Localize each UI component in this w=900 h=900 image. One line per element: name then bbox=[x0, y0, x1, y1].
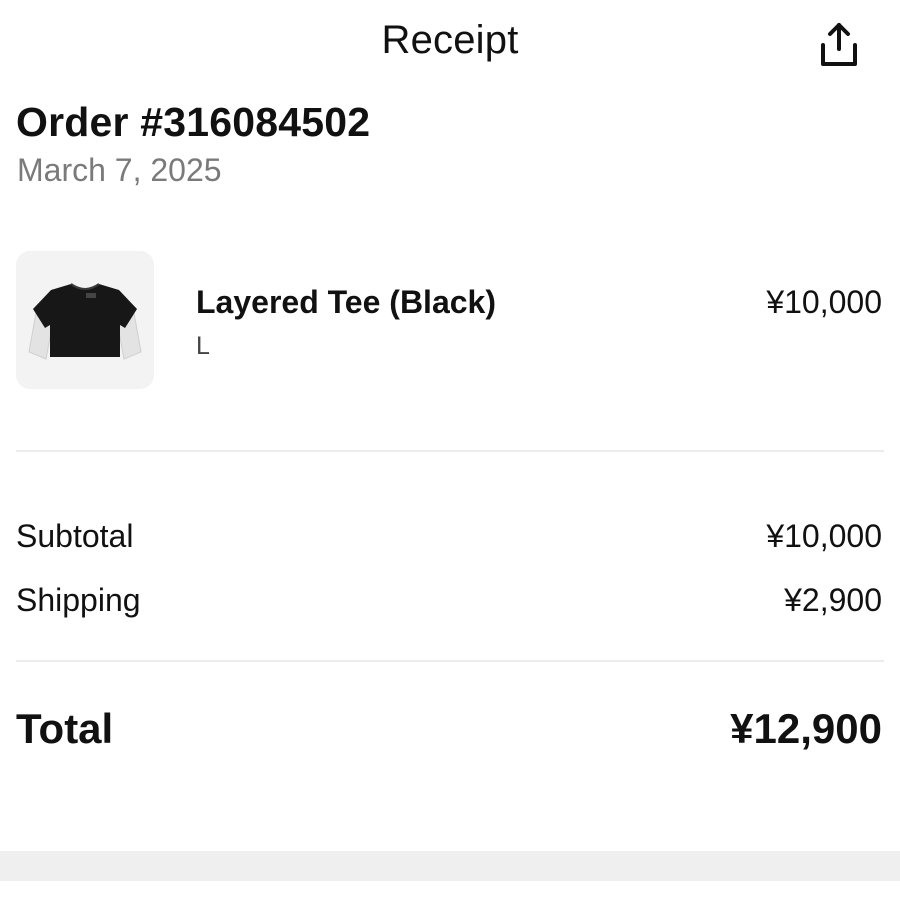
total-label: Total bbox=[16, 705, 114, 752]
bottom-edge bbox=[0, 881, 900, 900]
product-name: Layered Tee (Black) bbox=[196, 284, 496, 320]
share-button[interactable] bbox=[808, 14, 870, 76]
product-thumbnail[interactable] bbox=[16, 251, 154, 389]
product-variant: L bbox=[196, 332, 210, 360]
divider bbox=[16, 450, 884, 452]
divider bbox=[16, 660, 884, 662]
total-value: ¥12,900 bbox=[730, 705, 882, 752]
subtotal-value: ¥10,000 bbox=[766, 518, 882, 554]
bottom-separator-band bbox=[0, 851, 900, 881]
layered-tee-black-thumbnail bbox=[16, 251, 154, 389]
share-upload-icon bbox=[821, 23, 857, 66]
page-title: Receipt bbox=[381, 18, 519, 62]
subtotal-label: Subtotal bbox=[16, 518, 134, 554]
order-date: March 7, 2025 bbox=[17, 152, 222, 188]
product-price: ¥10,000 bbox=[766, 284, 882, 320]
order-number: Order #316084502 bbox=[16, 99, 371, 145]
shipping-value: ¥2,900 bbox=[784, 582, 882, 618]
shipping-label: Shipping bbox=[16, 582, 141, 618]
